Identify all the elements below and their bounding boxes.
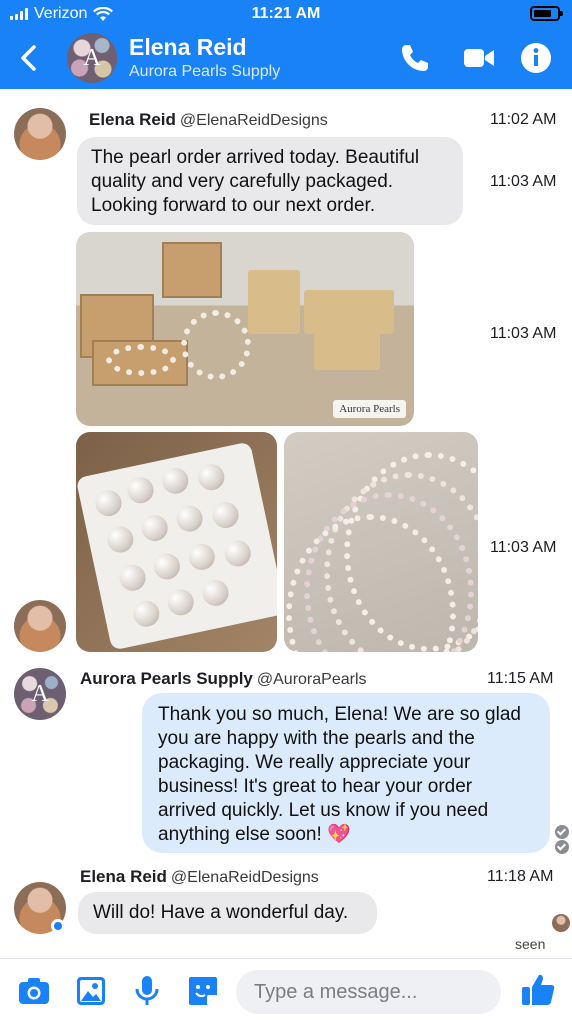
pearl-strands-photo[interactable] — [284, 432, 478, 652]
sender-handle: @ElenaReidDesigns — [179, 112, 328, 129]
sticker-icon[interactable] — [185, 973, 221, 1009]
video-icon[interactable] — [462, 41, 496, 75]
delivered-check-icon — [555, 840, 569, 854]
status-bar: Verizon 11:21 AM — [0, 0, 572, 30]
aurora-avatar[interactable]: A — [14, 668, 66, 720]
elena-avatar[interactable] — [14, 600, 66, 652]
phone-icon[interactable] — [398, 41, 432, 75]
pearl-strand — [181, 310, 251, 380]
back-chevron-icon[interactable] — [14, 40, 44, 76]
pearl — [139, 512, 171, 544]
pearl — [174, 503, 205, 535]
seen-indicator: seen — [515, 936, 546, 952]
pearl — [222, 537, 254, 569]
pearl — [186, 541, 218, 573]
pearl — [210, 499, 241, 531]
contact-name[interactable]: Elena Reid — [129, 34, 247, 61]
sender-name: Aurora Pearls Supply — [80, 669, 253, 688]
info-icon[interactable] — [519, 41, 553, 75]
sender-name: Elena Reid — [89, 110, 176, 129]
jewelry-box — [162, 242, 222, 298]
pearl — [125, 474, 156, 506]
message-input[interactable] — [236, 970, 501, 1014]
delivered-check-icon — [555, 825, 569, 839]
message-timestamp: 11:03 AM — [490, 325, 557, 342]
clock: 11:21 AM — [251, 5, 321, 22]
pearl-packet — [248, 270, 300, 334]
avatar-letter: A — [31, 680, 49, 707]
contact-avatar[interactable]: A — [67, 33, 117, 83]
pearl — [117, 562, 148, 594]
pearl — [195, 461, 227, 493]
microphone-icon[interactable] — [129, 973, 165, 1009]
elena-avatar[interactable] — [14, 108, 66, 160]
message-bubble[interactable]: The pearl order arrived today. Beautiful… — [77, 137, 463, 225]
online-status-icon — [51, 919, 65, 933]
contact-subtitle: Aurora Pearls Supply — [129, 63, 281, 80]
camera-icon[interactable] — [16, 973, 52, 1009]
battery-icon — [530, 6, 563, 21]
pearl — [200, 577, 231, 609]
message-timestamp: 11:18 AM — [487, 868, 554, 885]
pearl-order-photo[interactable]: Aurora Pearls — [76, 232, 414, 426]
pearl-tray-photo[interactable] — [76, 432, 277, 652]
photo-caption: Aurora Pearls — [333, 400, 406, 418]
avatar-letter: A — [83, 44, 101, 71]
message-timestamp: 11:03 AM — [490, 539, 557, 556]
sender-handle: @ElenaReidDesigns — [170, 869, 319, 886]
pearl — [151, 550, 183, 582]
seen-avatar — [552, 914, 570, 932]
pearl-strand — [106, 344, 176, 376]
conversation-header: Verizon 11:21 AM A Elena Reid Aurora Pea… — [0, 0, 572, 89]
message-bubble[interactable]: Thank you so much, Elena! We are so glad… — [142, 693, 550, 853]
message-timestamp: 11:15 AM — [487, 670, 554, 687]
message-composer — [0, 958, 572, 1024]
message-sender: Elena Reid @ElenaReidDesigns — [80, 867, 319, 887]
sender-handle: @AuroraPearls — [256, 671, 367, 688]
message-sender: Aurora Pearls Supply @AuroraPearls — [80, 669, 367, 689]
pearl-packet — [314, 324, 380, 370]
pearl — [130, 598, 162, 630]
pearl — [159, 465, 191, 497]
thumbs-up-icon[interactable] — [519, 971, 557, 1009]
pearl — [93, 487, 124, 519]
sender-name: Elena Reid — [80, 867, 167, 886]
message-bubble[interactable]: Will do! Have a wonderful day. — [78, 892, 377, 934]
message-sender: Elena Reid @ElenaReidDesigns — [89, 110, 328, 130]
pearl — [104, 524, 136, 555]
pearl-tray — [76, 441, 277, 651]
message-timestamp: 11:02 AM — [490, 111, 557, 128]
gallery-icon[interactable] — [73, 973, 109, 1009]
pearl — [165, 586, 197, 618]
message-timestamp: 11:03 AM — [490, 173, 557, 190]
